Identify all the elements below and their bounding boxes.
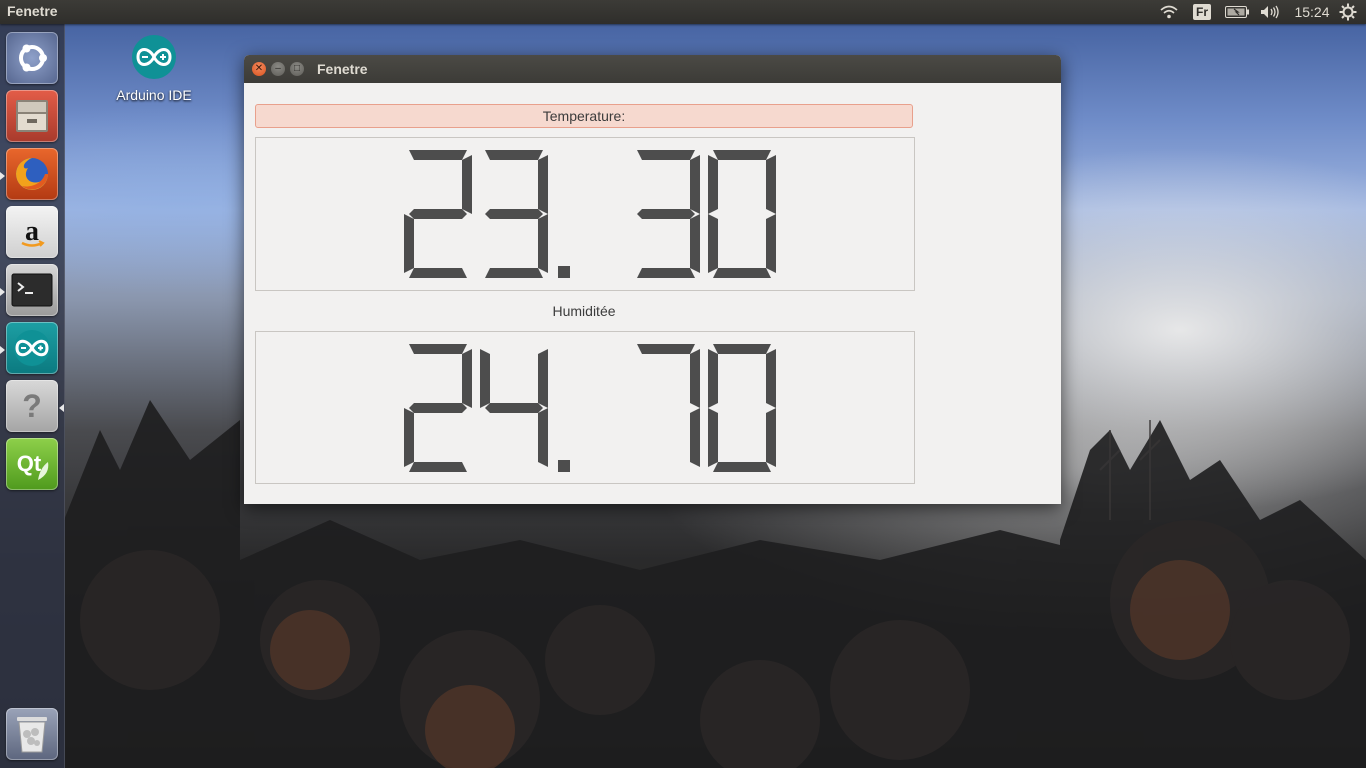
temperature-decimal-point [558,266,570,278]
desktop-icon-arduino-ide[interactable]: Arduino IDE [106,34,202,103]
app-window: ✕ – □ Fenetre Temperature: Humiditée [244,55,1061,504]
temperature-digit [708,150,776,278]
temperature-lcd-display [255,137,915,291]
close-icon: ✕ [254,63,264,74]
temperature-digit [637,150,700,278]
launcher-item-arduino[interactable] [6,322,58,374]
terminal-icon [11,273,53,307]
temperature-lcd-digits [404,150,776,278]
maximize-button[interactable]: □ [290,62,304,76]
ubuntu-logo-icon [19,44,47,72]
close-button[interactable]: ✕ [252,62,266,76]
temperature-digit [404,150,472,278]
minimize-button[interactable]: – [271,62,285,76]
focus-indicator [59,404,64,412]
window-title: Fenetre [317,61,368,77]
launcher: a ? Qt [0,24,65,768]
file-cabinet-icon [16,100,48,132]
launcher-item-qt-creator[interactable]: Qt [6,438,58,490]
humidity-digit [637,344,700,467]
launcher-item-firefox[interactable] [6,148,58,200]
desktop-icon-label: Arduino IDE [116,87,192,103]
svg-text:Qt: Qt [17,451,42,476]
humidity-lcd-digits [404,344,776,472]
temperature-label: Temperature: [255,104,913,128]
keyboard-layout-label: Fr [1193,4,1211,20]
running-indicator [0,288,5,296]
humidity-label: Humiditée [552,303,616,319]
running-indicator [0,346,5,354]
active-app-title: Fenetre [7,3,58,19]
wifi-icon[interactable] [1158,2,1180,22]
svg-text:a: a [25,216,39,247]
top-panel: Fenetre Fr 15:24 [0,0,1366,24]
humidity-digit [404,344,472,472]
launcher-item-ubuntu-dash[interactable] [6,32,58,84]
arduino-icon [132,35,176,79]
qt-logo-icon: Qt [17,451,49,480]
minimize-icon: – [275,63,281,74]
temperature-digit [485,150,548,278]
arduino-icon [14,330,50,366]
settings-gear-icon[interactable] [1338,2,1358,22]
maximize-icon: □ [293,63,301,74]
clock[interactable]: 15:24 [1292,2,1332,22]
launcher-item-trash[interactable] [6,708,58,760]
firefox-icon [16,158,48,190]
amazon-a-icon: a [21,216,45,247]
launcher-item-amazon[interactable]: a [6,206,58,258]
window-titlebar[interactable]: ✕ – □ Fenetre [244,55,1061,83]
humidity-decimal-point [558,460,570,472]
launcher-item-help[interactable]: ? [6,380,58,432]
humidity-digit [708,344,776,472]
running-indicator [0,172,5,180]
trash-icon [17,717,47,753]
keyboard-layout-indicator[interactable]: Fr [1191,2,1213,22]
launcher-item-terminal[interactable] [6,264,58,316]
humidity-lcd-display [255,331,915,484]
svg-text:?: ? [22,388,42,424]
battery-icon[interactable] [1224,2,1250,22]
question-mark-icon: ? [22,388,42,424]
volume-icon[interactable] [1259,2,1281,22]
humidity-digit [480,349,548,467]
launcher-item-files[interactable] [6,90,58,142]
